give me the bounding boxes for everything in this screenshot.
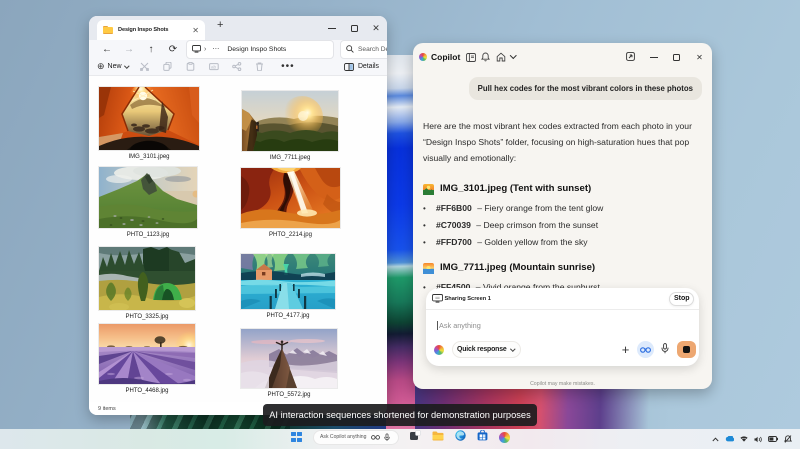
svg-text:ab: ab xyxy=(211,64,217,69)
